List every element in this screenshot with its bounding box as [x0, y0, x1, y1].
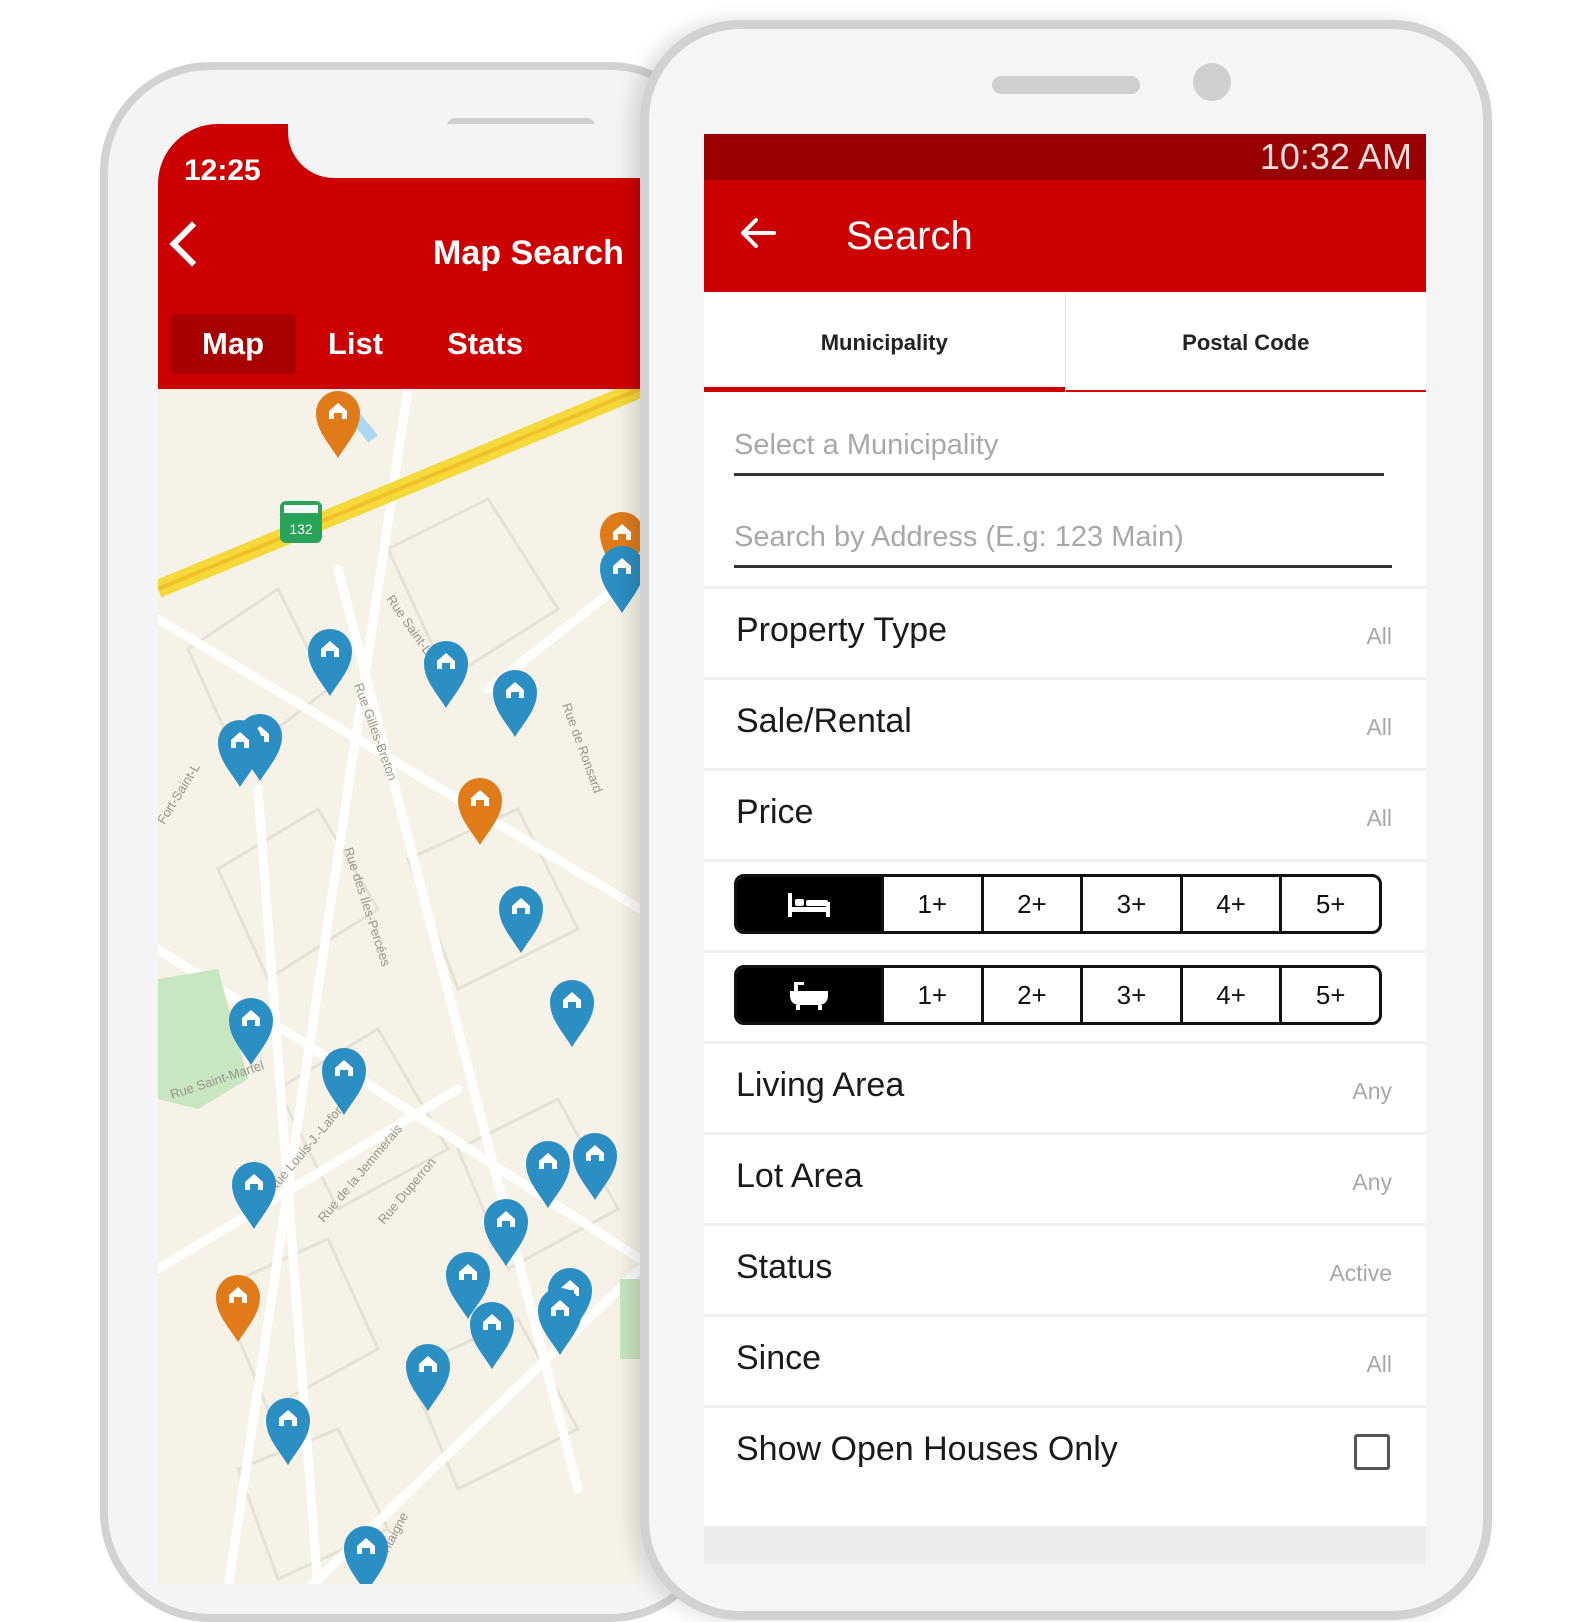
address-search-input[interactable]: Search by Address (E.g: 123 Main) — [734, 512, 1392, 568]
bathrooms-row: 1+ 2+ 3+ 4+ 5+ — [704, 950, 1426, 1041]
filter-value: All — [1366, 805, 1392, 831]
tab-stats[interactable]: Stats — [415, 314, 555, 374]
back-chevron-icon[interactable] — [169, 221, 215, 267]
phone-speaker — [992, 76, 1140, 94]
open-houses-row[interactable]: Show Open Houses Only — [704, 1405, 1426, 1496]
filter-since[interactable]: Since All — [704, 1314, 1426, 1405]
bedrooms-segmented-control: 1+ 2+ 3+ 4+ 5+ — [734, 874, 1382, 934]
status-time: 10:32 AM — [1259, 136, 1412, 177]
bedrooms-option[interactable]: 1+ — [881, 877, 981, 931]
search-screen: 10:32 AM Search Municipality Postal Code… — [704, 134, 1426, 1564]
highway-shield-icon: 132 — [280, 501, 322, 543]
filter-label: Price — [736, 793, 814, 831]
filter-value: All — [1366, 714, 1392, 740]
filter-value: Any — [1352, 1078, 1392, 1104]
filter-label: Sale/Rental — [736, 702, 912, 740]
filter-price[interactable]: Price All — [704, 768, 1426, 859]
tab-postal-code[interactable]: Postal Code — [1064, 294, 1426, 392]
tab-list[interactable]: List — [296, 314, 415, 374]
tab-municipality[interactable]: Municipality — [704, 294, 1065, 392]
bedrooms-option[interactable]: 4+ — [1179, 877, 1280, 931]
open-houses-label: Show Open Houses Only — [736, 1430, 1118, 1468]
bathrooms-option[interactable]: 1+ — [881, 968, 981, 1022]
filter-list: Property Type All Sale/Rental All Price … — [704, 586, 1426, 1496]
phone-camera — [1193, 63, 1231, 101]
municipality-select[interactable]: Select a Municipality — [734, 420, 1384, 476]
open-houses-checkbox[interactable] — [1354, 1434, 1390, 1470]
svg-text:132: 132 — [289, 521, 313, 537]
filter-sale-rental[interactable]: Sale/Rental All — [704, 677, 1426, 768]
filter-living-area[interactable]: Living Area Any — [704, 1041, 1426, 1132]
filter-value: All — [1366, 1351, 1392, 1377]
map-status-time: 12:25 — [184, 154, 261, 187]
filter-label: Lot Area — [736, 1157, 863, 1195]
bedrooms-row: 1+ 2+ 3+ 4+ 5+ — [704, 859, 1426, 950]
search-app-bar: Search — [704, 180, 1426, 292]
bathrooms-option[interactable]: 2+ — [980, 968, 1081, 1022]
filter-label: Status — [736, 1248, 833, 1286]
tab-label: Municipality — [820, 330, 948, 355]
map-header: 12:25 Map Search Map List Stats — [158, 124, 640, 389]
tab-label: Postal Code — [1182, 330, 1310, 355]
bathrooms-option[interactable]: 5+ — [1279, 968, 1379, 1022]
map-canvas[interactable]: 132 Rue Saint-Laurent Rue Gilles-Breton … — [158, 389, 640, 1584]
back-arrow-icon[interactable] — [734, 208, 784, 258]
page-title: Search — [846, 214, 973, 258]
bathrooms-option[interactable]: 4+ — [1179, 968, 1280, 1022]
tab-map[interactable]: Map — [170, 314, 296, 374]
filter-property-type[interactable]: Property Type All — [704, 586, 1426, 677]
filter-value: All — [1366, 623, 1392, 649]
list-bottom-fade — [704, 1526, 1426, 1564]
bathrooms-segmented-control: 1+ 2+ 3+ 4+ 5+ — [734, 965, 1382, 1025]
bedrooms-option[interactable]: 5+ — [1279, 877, 1379, 931]
search-mode-tabs: Municipality Postal Code — [704, 294, 1426, 392]
filter-label: Living Area — [736, 1066, 905, 1104]
filter-value: Any — [1352, 1169, 1392, 1195]
bathtub-icon — [737, 968, 881, 1022]
bedrooms-option[interactable]: 3+ — [1080, 877, 1180, 931]
filter-status[interactable]: Status Active — [704, 1223, 1426, 1314]
map-view-tabs: Map List Stats — [170, 314, 555, 374]
tab-indicator — [704, 387, 1065, 392]
phone-notch — [288, 124, 640, 178]
filter-label: Since — [736, 1339, 822, 1377]
filter-label: Property Type — [736, 611, 948, 649]
bathrooms-option[interactable]: 3+ — [1080, 968, 1180, 1022]
filter-lot-area[interactable]: Lot Area Any — [704, 1132, 1426, 1223]
map-search-screen: 12:25 Map Search Map List Stats 132 Rue … — [158, 124, 640, 1584]
filter-value: Active — [1329, 1260, 1392, 1286]
status-bar: 10:32 AM — [704, 134, 1426, 180]
bed-icon — [737, 877, 881, 931]
tab-indicator — [1065, 390, 1426, 392]
bedrooms-option[interactable]: 2+ — [980, 877, 1081, 931]
map-search-title: Map Search — [433, 234, 624, 272]
